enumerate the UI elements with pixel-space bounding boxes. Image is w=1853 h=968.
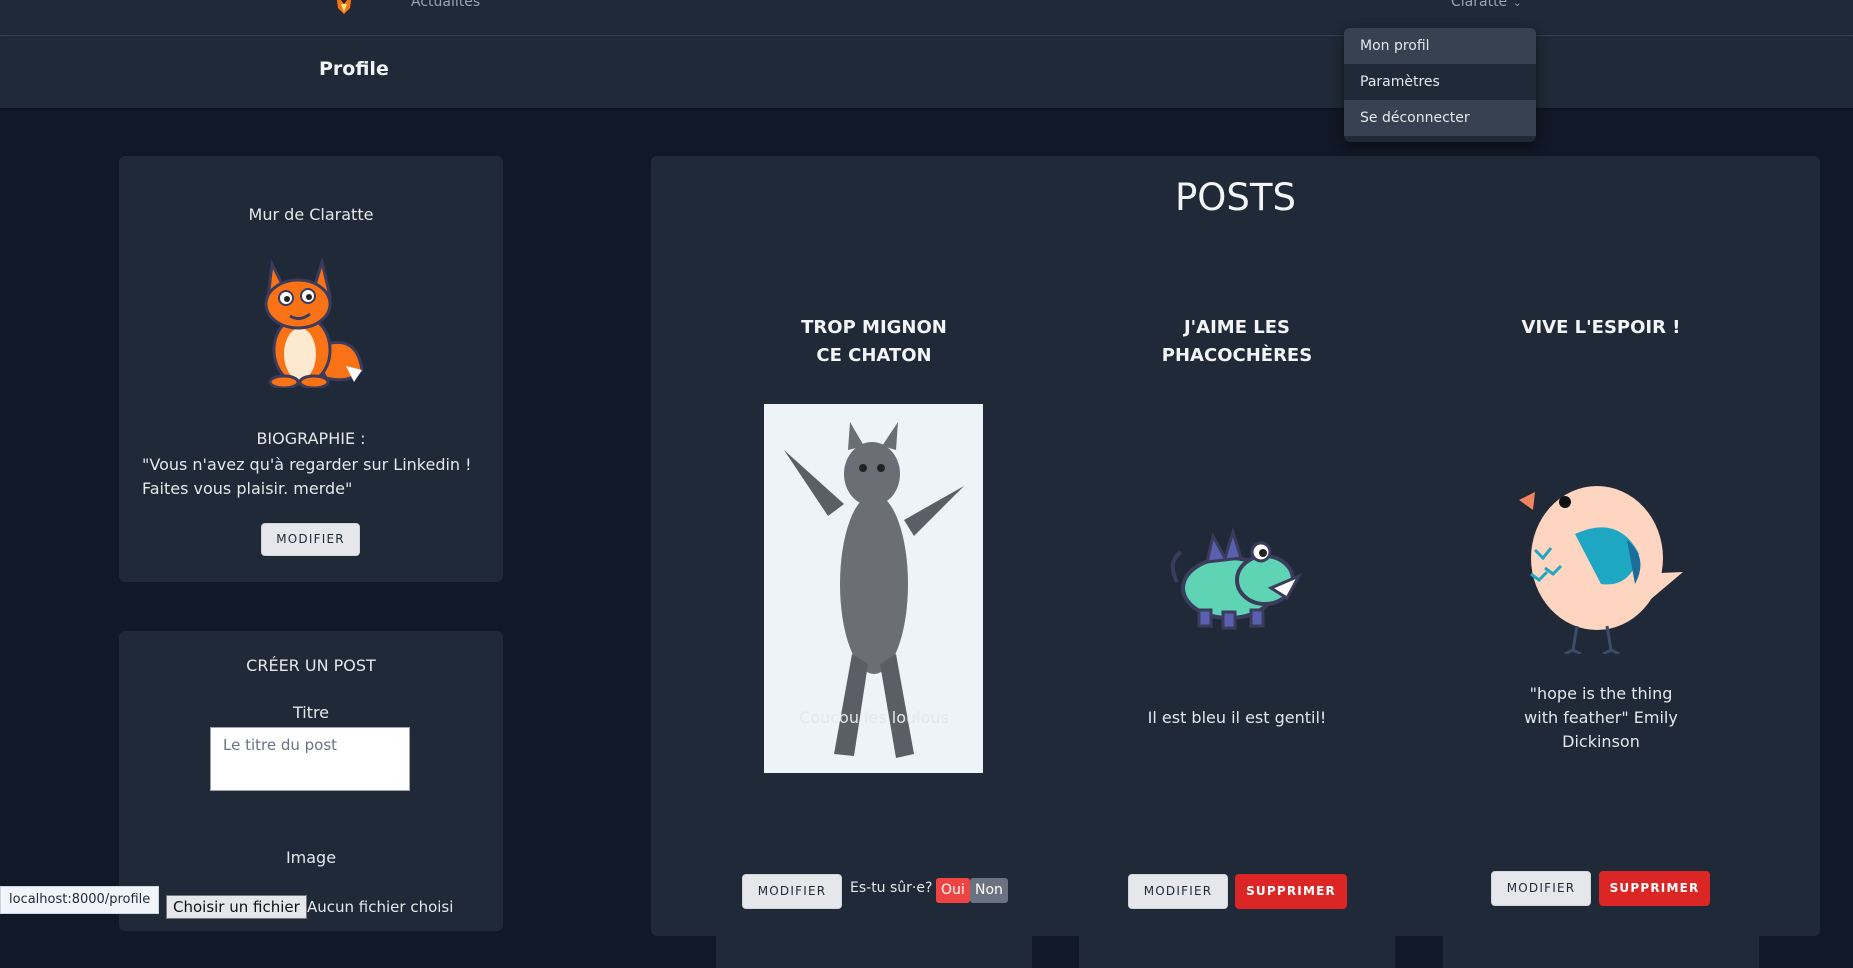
post-title-input[interactable]: Le titre du post [210, 727, 410, 791]
confirm-no-button[interactable]: Non [970, 878, 1008, 903]
wall-title: Mur de Claratte [248, 205, 374, 224]
post-title: VIVE L'ESPOIR ! [1521, 317, 1681, 338]
post-card: J'AIME LES PHACOCHÈRES Il est bleu il es… [1079, 268, 1395, 968]
file-status-text: Aucun fichier choisi [307, 898, 454, 916]
status-bar-url: localhost:8000/profile [0, 886, 160, 914]
post-caption: Il est bleu il est gentil! [1147, 708, 1327, 727]
choose-file-button[interactable]: Choisir un fichier [166, 895, 307, 919]
user-name: Claratte [1451, 0, 1508, 10]
post-caption: Coucou les loulous [799, 708, 949, 727]
post-caption: "hope is the thing with feather" Emily D… [1524, 684, 1678, 751]
edit-post-button[interactable]: MODIFIER [742, 874, 842, 909]
title-field-label: Titre [292, 703, 330, 722]
edit-post-button[interactable]: MODIFIER [1491, 871, 1591, 906]
menu-item-parametres[interactable]: Paramètres [1344, 64, 1536, 100]
page-title: Profile [319, 58, 389, 80]
delete-post-button[interactable]: SUPPRIMER [1235, 874, 1347, 909]
post-title: TROP MIGNON CE CHATON [801, 317, 947, 366]
delete-confirm-text: Es-tu sûr·e? [850, 880, 933, 896]
post-title: J'AIME LES PHACOCHÈRES [1161, 317, 1313, 366]
bird-image [1519, 486, 1683, 654]
posts-card: POSTS TROP MIGNON CE CHATON Coucou les l… [651, 156, 1820, 968]
top-nav: Actualités Claratte ⌄ [0, 0, 1853, 36]
chevron-down-icon: ⌄ [1513, 0, 1522, 9]
bio-label: BIOGRAPHIE : [256, 429, 366, 448]
user-menu-toggle[interactable]: Claratte ⌄ [1451, 0, 1522, 10]
fox-logo-icon[interactable] [330, 0, 358, 16]
user-dropdown-menu: Mon profil Paramètres Se déconnecter [1344, 28, 1536, 142]
page-header: Profile [0, 36, 1853, 108]
post-card: VIVE L'ESPOIR ! "hope is the thing with … [1443, 268, 1759, 968]
post-card: TROP MIGNON CE CHATON Coucou les loulous… [716, 268, 1032, 968]
wall-card: Mur de Claratte BIOGRAPHIE : "Vous n'ave… [119, 156, 503, 582]
edit-post-button[interactable]: MODIFIER [1128, 874, 1228, 909]
create-post-card: CRÉER UN POST Titre Le titre du post Ima… [119, 631, 503, 931]
posts-heading: POSTS [1174, 176, 1296, 219]
nav-link-actualites[interactable]: Actualités [411, 0, 480, 10]
warthog-image [1170, 526, 1303, 630]
menu-item-mon-profil[interactable]: Mon profil [1344, 28, 1536, 64]
delete-post-button[interactable]: SUPPRIMER [1599, 871, 1710, 906]
menu-item-se-deconnecter[interactable]: Se déconnecter [1344, 100, 1536, 136]
image-field-label: Image [285, 848, 337, 867]
fox-avatar [264, 258, 364, 388]
edit-bio-button[interactable]: MODIFIER [261, 523, 360, 556]
create-post-title: CRÉER UN POST [246, 656, 376, 675]
bio-text: "Vous n'avez qu'à regarder sur Linkedin … [142, 455, 472, 498]
confirm-yes-button[interactable]: Oui [936, 878, 970, 903]
